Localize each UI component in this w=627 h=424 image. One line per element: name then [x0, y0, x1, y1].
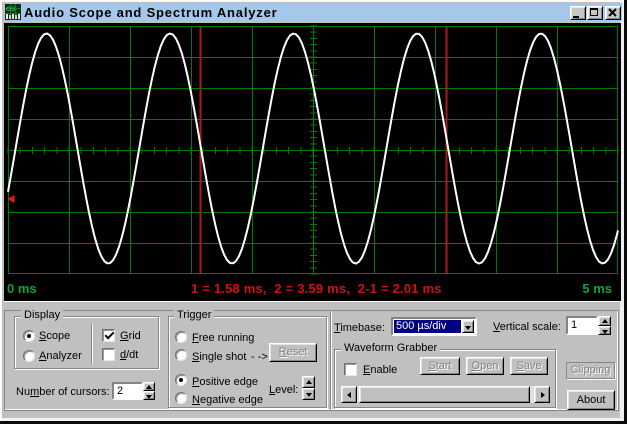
svg-text:OS: OS [6, 6, 16, 13]
